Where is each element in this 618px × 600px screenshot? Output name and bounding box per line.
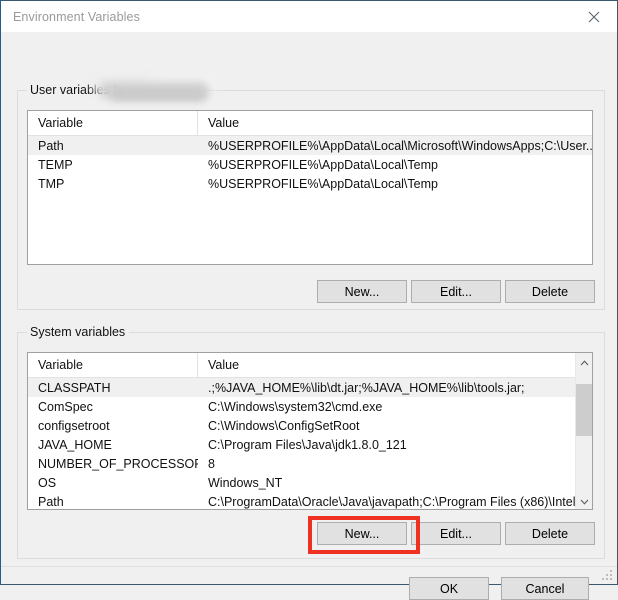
system-variables-list[interactable]: Variable Value CLASSPATH .;%JAVA_HOME%\l… — [27, 352, 593, 510]
resize-grip[interactable] — [602, 570, 613, 581]
user-new-button[interactable]: New... — [317, 280, 407, 303]
system-column-variable[interactable]: Variable — [28, 353, 198, 377]
user-variable-value: %USERPROFILE%\AppData\Local\Temp — [208, 157, 438, 172]
user-variables-list[interactable]: Variable Value Path %USERPROFILE%\AppDat… — [27, 110, 593, 265]
table-row[interactable]: Path C:\ProgramData\Oracle\Java\javapath… — [28, 492, 575, 509]
environment-variables-dialog: Environment Variables User variables fo … — [0, 0, 618, 600]
scrollbar-track[interactable] — [576, 370, 592, 492]
table-row[interactable]: OS Windows_NT — [28, 473, 575, 492]
user-variable-value: %USERPROFILE%\AppData\Local\Temp — [208, 176, 438, 191]
scroll-down-button[interactable] — [576, 492, 592, 509]
title-bar: Environment Variables — [1, 1, 617, 32]
user-variable-value: %USERPROFILE%\AppData\Local\Microsoft\Wi… — [208, 138, 592, 153]
user-variables-legend: User variables fo — [27, 83, 128, 97]
system-variable-name: CLASSPATH — [38, 380, 111, 395]
user-variable-name: TEMP — [38, 157, 73, 172]
user-list-body: Path %USERPROFILE%\AppData\Local\Microso… — [28, 136, 592, 193]
cancel-button[interactable]: Cancel — [501, 577, 589, 600]
table-row[interactable]: configsetroot C:\Windows\ConfigSetRoot — [28, 416, 575, 435]
system-variable-value: C:\Windows\system32\cmd.exe — [208, 399, 383, 414]
system-variable-name: NUMBER_OF_PROCESSORS — [38, 456, 198, 471]
table-row[interactable]: TEMP %USERPROFILE%\AppData\Local\Temp — [28, 155, 592, 174]
system-variables-legend: System variables — [27, 325, 130, 339]
system-variable-name: Path — [38, 494, 64, 509]
system-column-value[interactable]: Value — [198, 353, 592, 377]
user-column-variable[interactable]: Variable — [28, 111, 198, 135]
system-new-button[interactable]: New... — [317, 522, 407, 545]
bottom-divider — [1, 566, 617, 567]
chevron-up-icon — [580, 355, 589, 369]
scrollbar-thumb[interactable] — [576, 384, 592, 436]
system-variable-value: C:\Windows\ConfigSetRoot — [208, 418, 360, 433]
table-row[interactable]: Path %USERPROFILE%\AppData\Local\Microso… — [28, 136, 592, 155]
close-icon — [588, 11, 600, 23]
table-row[interactable]: ComSpec C:\Windows\system32\cmd.exe — [28, 397, 575, 416]
user-variable-name: Path — [38, 138, 64, 153]
system-edit-button[interactable]: Edit... — [411, 522, 501, 545]
system-variable-name: configsetroot — [38, 418, 110, 433]
system-list-header: Variable Value — [28, 353, 592, 378]
user-column-value[interactable]: Value — [198, 111, 592, 135]
system-variable-value: Windows_NT — [208, 475, 283, 490]
table-row[interactable]: JAVA_HOME C:\Program Files\Java\jdk1.8.0… — [28, 435, 575, 454]
user-delete-button[interactable]: Delete — [505, 280, 595, 303]
table-row[interactable]: TMP %USERPROFILE%\AppData\Local\Temp — [28, 174, 592, 193]
dialog-body: User variables fo Variable Value Path %U… — [1, 32, 617, 600]
ok-button[interactable]: OK — [409, 577, 489, 600]
table-row[interactable]: NUMBER_OF_PROCESSORS 8 — [28, 454, 575, 473]
user-list-header: Variable Value — [28, 111, 592, 136]
window-title: Environment Variables — [13, 9, 140, 24]
system-variable-name: ComSpec — [38, 399, 93, 414]
scroll-up-button[interactable] — [576, 353, 592, 370]
system-variable-value: C:\ProgramData\Oracle\Java\javapath;C:\P… — [208, 494, 575, 509]
system-variable-name: OS — [38, 475, 57, 490]
system-variable-name: JAVA_HOME — [38, 437, 112, 452]
system-delete-button[interactable]: Delete — [505, 522, 595, 545]
system-list-scrollbar[interactable] — [575, 353, 592, 509]
system-variable-value: .;%JAVA_HOME%\lib\dt.jar;%JAVA_HOME%\lib… — [208, 380, 525, 395]
table-row[interactable]: CLASSPATH .;%JAVA_HOME%\lib\dt.jar;%JAVA… — [28, 378, 575, 397]
system-variable-value: 8 — [208, 456, 215, 471]
chevron-down-icon — [580, 494, 589, 508]
system-variable-value: C:\Program Files\Java\jdk1.8.0_121 — [208, 437, 407, 452]
close-button[interactable] — [571, 1, 617, 32]
user-variable-name: TMP — [38, 176, 65, 191]
system-list-body: CLASSPATH .;%JAVA_HOME%\lib\dt.jar;%JAVA… — [28, 378, 575, 509]
user-edit-button[interactable]: Edit... — [411, 280, 501, 303]
